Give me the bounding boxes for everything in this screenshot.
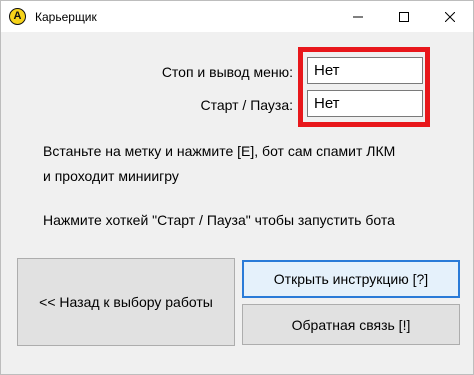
app-window: A Карьерщик Стоп и вывод меню: Старт / П… <box>0 0 474 375</box>
close-button[interactable] <box>427 1 473 32</box>
start-hotkey-label: Старт / Пауза: <box>200 97 294 113</box>
start-hotkey-field[interactable] <box>307 90 423 117</box>
window-title: Карьерщик <box>35 10 97 24</box>
feedback-button-label: Обратная связь [!] <box>291 316 411 333</box>
stop-hotkey-label: Стоп и вывод меню: <box>161 64 293 80</box>
back-button-label: << Назад к выбору работы <box>39 294 213 310</box>
hotkey-hint-text: Нажмите хоткей "Старт / Пауза" чтобы зап… <box>43 212 395 228</box>
app-logo-icon: A <box>9 8 26 25</box>
instruction-text-line1: Встаньте на метку и нажмите [E], бот сам… <box>43 143 396 159</box>
back-to-job-select-button[interactable]: << Назад к выбору работы <box>17 258 235 346</box>
maximize-icon <box>399 11 409 22</box>
instructions-button-label: Открыть инструкцию [?] <box>273 271 429 287</box>
maximize-button[interactable] <box>381 1 427 32</box>
minimize-icon <box>353 16 363 17</box>
open-instructions-button[interactable]: Открыть инструкцию [?] <box>242 260 460 298</box>
stop-hotkey-field[interactable] <box>307 57 423 84</box>
title-bar[interactable]: A Карьерщик <box>1 1 473 32</box>
close-icon <box>445 11 455 22</box>
instruction-text-line2: и проходит миниигру <box>43 168 179 184</box>
feedback-button[interactable]: Обратная связь [!] <box>242 304 460 345</box>
minimize-button[interactable] <box>335 1 381 32</box>
